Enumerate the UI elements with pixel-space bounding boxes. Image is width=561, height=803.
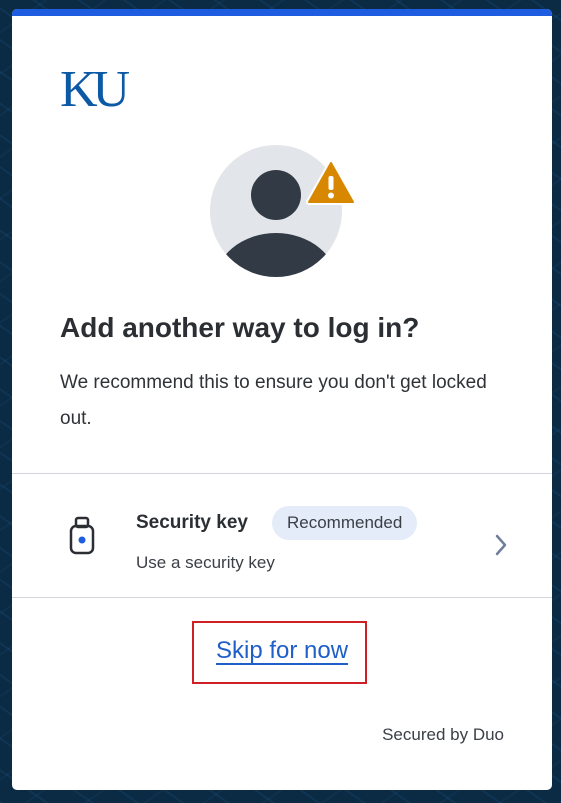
divider [12,597,552,598]
prompt-card: KU Add another way to log in? We recomme… [12,9,552,790]
user-avatar-icon [210,145,354,279]
ku-logo: KU [60,61,130,118]
security-key-icon [69,516,95,555]
page-description: We recommend this to ensure you don't ge… [60,372,487,429]
recommended-badge: Recommended [272,506,418,540]
security-key-option[interactable]: Security key Recommended Use a security … [12,474,552,597]
security-key-description: Use a security key [136,553,275,572]
secured-by-duo: Secured by Duo [382,725,504,744]
skip-for-now-link[interactable]: Skip for now [216,637,348,665]
security-key-title: Security key [136,512,248,533]
chevron-right-icon [495,534,507,556]
accent-top-bar [12,9,552,16]
page-title: Add another way to log in? [60,312,420,343]
